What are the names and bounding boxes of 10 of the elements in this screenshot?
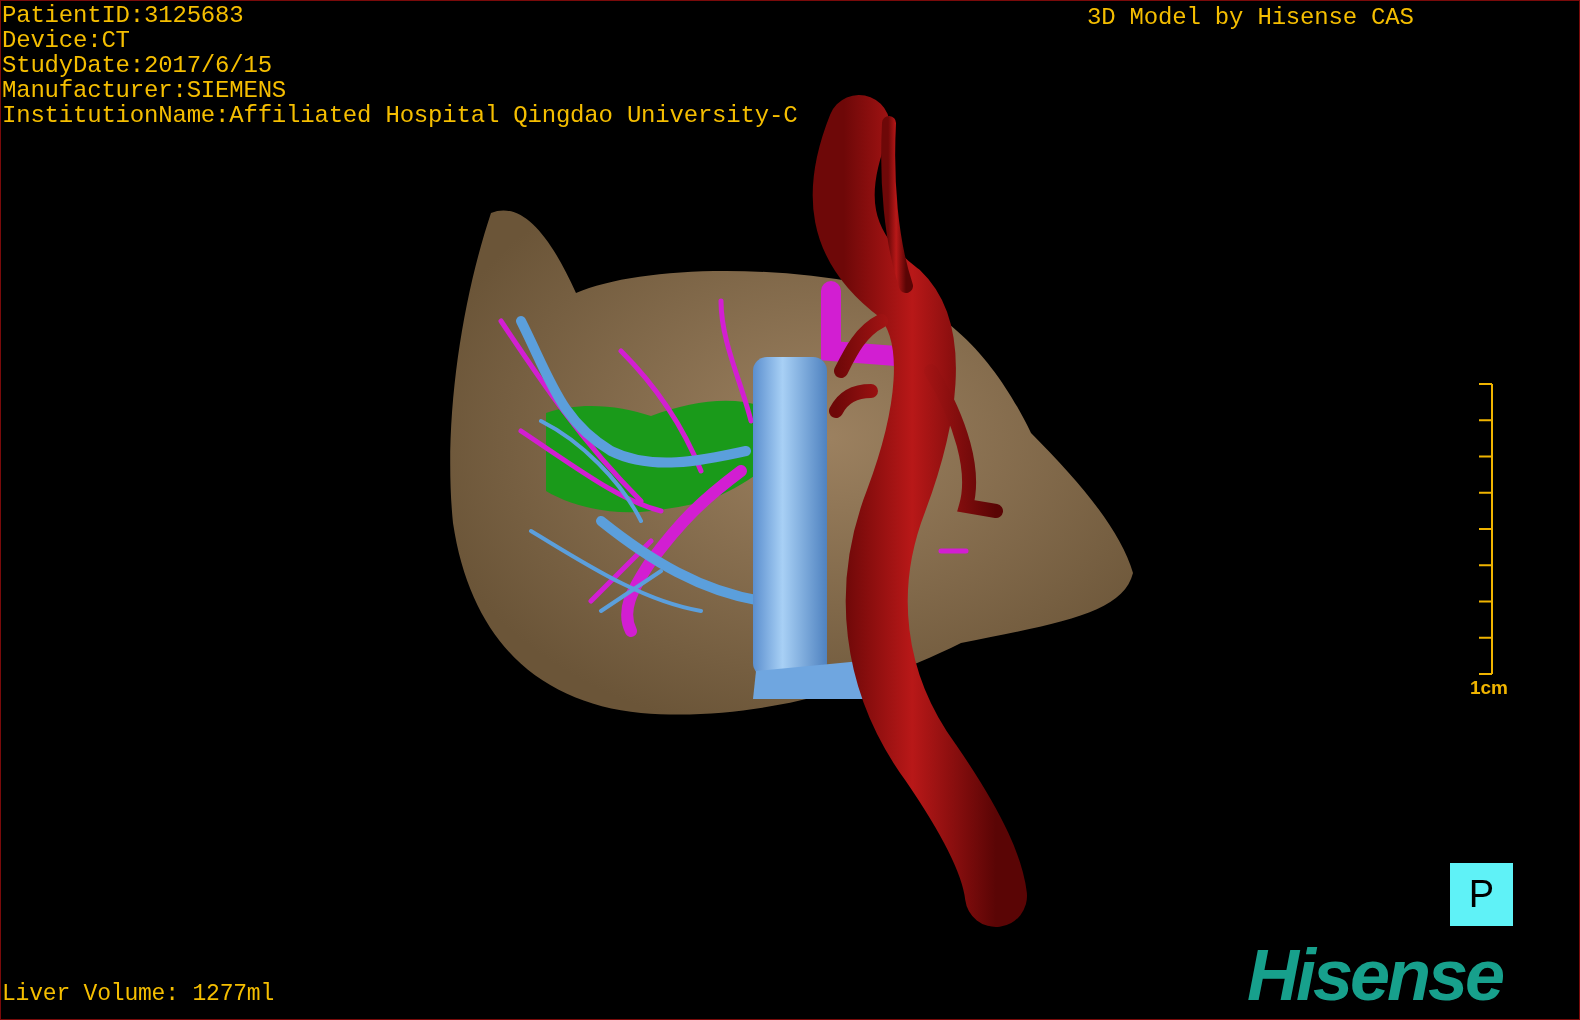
patient-info-line: Device:CT [2,28,131,53]
orientation-marker: P [1450,863,1513,926]
model-title: 3D Model by Hisense CAS [1087,5,1414,30]
logo-text: Hisense [1247,935,1503,1015]
patient-info-line: StudyDate:2017/6/15 [2,53,273,78]
patient-info-line: Manufacturer:SIEMENS [2,78,288,103]
liver-volume-text: Liver Volume: 1277ml [2,982,275,1007]
patient-info-line: PatientID:3125683 [2,3,245,28]
patient-info-line: InstitutionName:Affiliated Hospital Qingdao University-C [2,103,798,128]
scale-label: 1cm [1469,677,1508,699]
